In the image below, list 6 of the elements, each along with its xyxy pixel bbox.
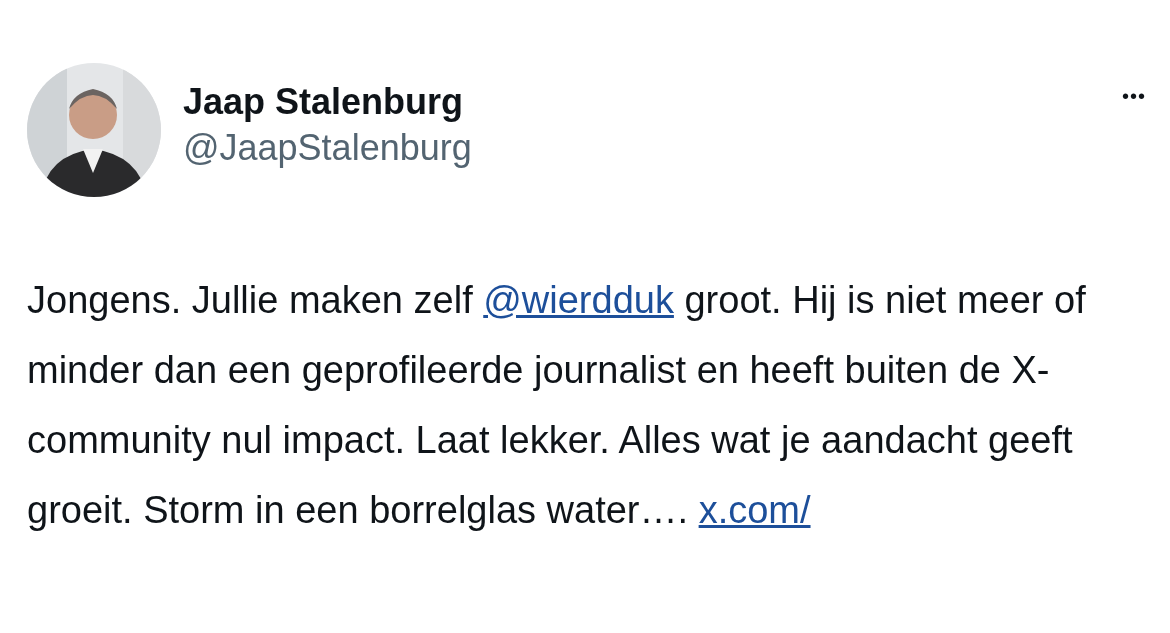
link[interactable]: @wierdduk bbox=[483, 279, 674, 321]
author-handle[interactable]: @JaapStalenburg bbox=[183, 125, 472, 171]
author-name[interactable]: Jaap Stalenburg bbox=[183, 79, 472, 125]
tweet-text: Jongens. Jullie maken zelf @wierdduk groot. Hij is niet meer of minder dan een geprofileerde journalist en heeft buiten de X-community nul impact. Laat lekker. Alles wat je aandacht geeft groeit. Storm in een borrelglas water…. x.com/ bbox=[27, 278, 1087, 533]
link[interactable]: x.com/ bbox=[698, 489, 811, 531]
more-button[interactable]: ••• bbox=[1122, 85, 1146, 108]
